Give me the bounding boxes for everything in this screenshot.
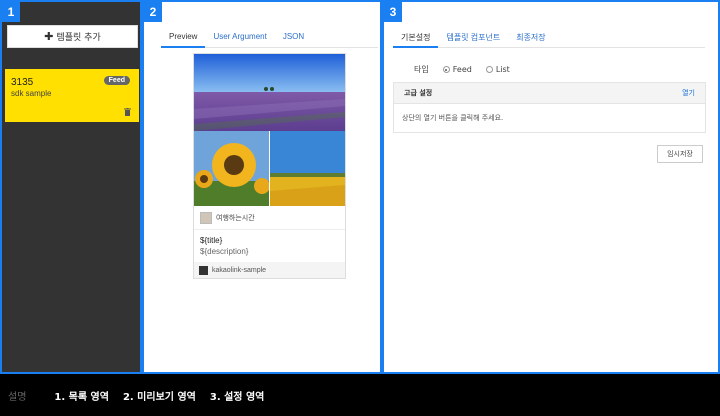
legend-item: 1. 목록 영역 [54,391,109,403]
footer-app-name: kakaolink-sample [212,266,267,274]
tab-basic-settings[interactable]: 기본설정 [393,26,439,48]
profile-name: 여행하는시간 [216,214,255,222]
radio-button-selected[interactable] [442,66,450,73]
type-radio-list[interactable]: List [485,65,510,74]
add-template-label: 템플릿 추가 [56,33,101,43]
preview-panel: 2 Preview User Argument JSON 여행하는시간 ${ti… [142,0,382,374]
panel-number-3: 3 [384,2,402,22]
type-radio-feed[interactable]: Feed [442,65,472,74]
list-panel: 1 ✚ 템플릿 추가 3135 sdk sample Feed [0,0,142,374]
settings-panel: 3 기본설정 템플릿 컴포넌트 최종저장 타입 Feed List 고급 설정 … [382,0,720,374]
preview-tabs: Preview User Argument JSON [161,26,378,48]
plus-icon: ✚ [44,30,54,43]
template-list-item[interactable]: 3135 sdk sample Feed [5,69,139,122]
feed-preview-card: 여행하는시간 ${title} ${description} kakaolink… [193,53,346,279]
sunflower-closeup-image [194,131,269,206]
type-badge: Feed [103,76,130,85]
type-row: 타입 Feed List [414,64,510,75]
screenshot-root: 1 ✚ 템플릿 추가 3135 sdk sample Feed 2 Previe… [0,0,720,416]
temp-save-button[interactable]: 임시저장 [657,145,703,163]
tab-user-argument[interactable]: User Argument [205,26,274,48]
template-item-subtitle: sdk sample [11,89,52,98]
tab-json[interactable]: JSON [275,26,312,48]
settings-tabs: 기본설정 템플릿 컴포넌트 최종저장 [393,26,705,48]
tab-final-save[interactable]: 최종저장 [508,26,553,48]
tab-preview[interactable]: Preview [161,26,206,48]
card-description-placeholder: ${description} [200,247,249,256]
profile-row: 여행하는시간 [194,207,345,230]
card-title-placeholder: ${title} [200,236,223,245]
tab-template-components[interactable]: 템플릿 컴포넌트 [438,26,508,48]
trash-icon[interactable] [124,108,131,116]
radio-button[interactable] [485,66,493,73]
profile-thumbnail [200,212,212,224]
panel-number-2: 2 [144,2,162,22]
type-label: 타입 [414,65,429,74]
card-footer: kakaolink-sample [194,262,345,278]
advanced-settings-box: 고급 설정 열기 상단의 열기 버튼을 클릭해 주세요. [393,82,706,133]
advanced-settings-header: 고급 설정 열기 [394,83,705,104]
open-advanced-link[interactable]: 열기 [682,88,695,98]
panel-number-1: 1 [2,2,20,22]
legend-label: 설명 [8,391,27,403]
add-template-button[interactable]: ✚ 템플릿 추가 [7,25,138,48]
type-option-label: List [495,65,510,74]
lavender-field-image [194,54,345,131]
advanced-settings-title: 고급 설정 [404,89,433,97]
legend-item: 2. 미리보기 영역 [122,391,196,403]
type-option-label: Feed [452,65,472,74]
advanced-settings-hint: 상단의 열기 버튼을 클릭해 주세요. [402,114,504,122]
legend-item: 3. 설정 영역 [209,391,265,403]
legend-bar: 설명 1. 목록 영역 2. 미리보기 영역 3. 설정 영역 [0,374,720,416]
sunflower-field-image [270,131,345,206]
app-logo-icon [199,265,208,275]
